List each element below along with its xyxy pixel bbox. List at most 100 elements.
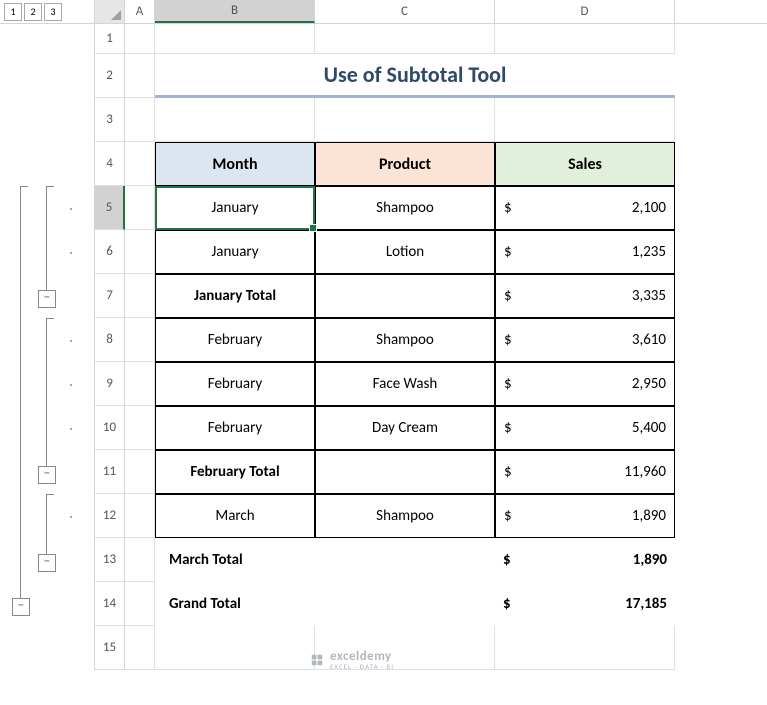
sales-value: 17,185	[625, 595, 667, 613]
cell-B15[interactable]	[155, 626, 315, 670]
row-header-11[interactable]: 11	[95, 450, 125, 494]
currency-symbol: $	[504, 287, 512, 305]
cell-D10[interactable]: $5,400	[495, 406, 675, 450]
cell-B9[interactable]: February	[155, 362, 315, 406]
outline-collapse-jan-button[interactable]: −	[38, 290, 56, 308]
cell-A12[interactable]	[125, 494, 155, 538]
row-header-5[interactable]: 5	[95, 186, 125, 230]
outline-collapse-feb-button[interactable]: −	[38, 466, 56, 484]
row-header-10[interactable]: 10	[95, 406, 125, 450]
cell-B5[interactable]: January	[155, 186, 315, 230]
currency-symbol: $	[503, 551, 511, 569]
cell-D11[interactable]: $11,960	[495, 450, 675, 494]
header-month[interactable]: Month	[155, 142, 315, 186]
cell-D7[interactable]: $3,335	[495, 274, 675, 318]
cell-A5[interactable]	[125, 186, 155, 230]
cell-B11[interactable]: February Total	[155, 450, 315, 494]
row-header-7[interactable]: 7	[95, 274, 125, 318]
cell-C8[interactable]: Shampoo	[315, 318, 495, 362]
row-header-1[interactable]: 1	[95, 24, 125, 54]
cell-A13[interactable]	[125, 538, 155, 582]
cell-C1[interactable]	[315, 24, 495, 54]
header-product[interactable]: Product	[315, 142, 495, 186]
cell-D13[interactable]: $1,890	[495, 538, 675, 582]
outline-level-3-button[interactable]: 3	[44, 3, 62, 21]
sales-value: 11,960	[624, 463, 666, 481]
title-cell[interactable]: Use of Subtotal Tool	[155, 54, 675, 98]
outline-level-2-button[interactable]: 2	[24, 3, 42, 21]
cell-B12[interactable]: March	[155, 494, 315, 538]
cell-C5[interactable]: Shampoo	[315, 186, 495, 230]
currency-symbol: $	[504, 419, 512, 437]
row-header-12[interactable]: 12	[95, 494, 125, 538]
row-header-14[interactable]: 14	[95, 582, 125, 626]
cell-C7[interactable]	[315, 274, 495, 318]
row-header-8[interactable]: 8	[95, 318, 125, 362]
outline-level-header: 1 2 3	[0, 0, 94, 24]
cell-C11[interactable]	[315, 450, 495, 494]
row-10: 10 February Day Cream $5,400	[95, 406, 767, 450]
cell-D1[interactable]	[495, 24, 675, 54]
cell-A4[interactable]	[125, 142, 155, 186]
cell-B10[interactable]: February	[155, 406, 315, 450]
cell-B14[interactable]: Grand Total	[155, 582, 315, 626]
row-header-2[interactable]: 2	[95, 54, 125, 98]
cell-D8[interactable]: $3,610	[495, 318, 675, 362]
cell-C12[interactable]: Shampoo	[315, 494, 495, 538]
cell-C13[interactable]	[315, 538, 495, 582]
cell-C3[interactable]	[315, 98, 495, 142]
row-4: 4 Month Product Sales	[95, 142, 767, 186]
cell-A9[interactable]	[125, 362, 155, 406]
cell-B13[interactable]: March Total	[155, 538, 315, 582]
cell-A8[interactable]	[125, 318, 155, 362]
cell-B3[interactable]	[155, 98, 315, 142]
row-header-15[interactable]: 15	[95, 626, 125, 670]
cell-B6[interactable]: January	[155, 230, 315, 274]
cell-C10[interactable]: Day Cream	[315, 406, 495, 450]
col-header-C[interactable]: C	[315, 0, 495, 23]
cell-D12[interactable]: $1,890	[495, 494, 675, 538]
cell-B7[interactable]: January Total	[155, 274, 315, 318]
cell-A15[interactable]	[125, 626, 155, 670]
cell-D9[interactable]: $2,950	[495, 362, 675, 406]
outline-level-1-button[interactable]: 1	[4, 3, 22, 21]
currency-symbol: $	[504, 375, 512, 393]
row-3: 3	[95, 98, 767, 142]
outline-collapse-grand-button[interactable]: −	[12, 598, 30, 616]
column-headers: A B C D	[95, 0, 767, 24]
cell-A7[interactable]	[125, 274, 155, 318]
outline-collapse-mar-button[interactable]: −	[38, 554, 56, 572]
cell-C6[interactable]: Lotion	[315, 230, 495, 274]
row-header-9[interactable]: 9	[95, 362, 125, 406]
cell-A10[interactable]	[125, 406, 155, 450]
cell-D15[interactable]	[495, 626, 675, 670]
col-header-A[interactable]: A	[125, 0, 155, 23]
cell-A2[interactable]	[125, 54, 155, 98]
cell-D5[interactable]: $2,100	[495, 186, 675, 230]
cell-A3[interactable]	[125, 98, 155, 142]
cell-D6[interactable]: $1,235	[495, 230, 675, 274]
row-header-4[interactable]: 4	[95, 142, 125, 186]
cell-B1[interactable]	[155, 24, 315, 54]
row-header-3[interactable]: 3	[95, 98, 125, 142]
row-header-13[interactable]: 13	[95, 538, 125, 582]
select-all-corner[interactable]	[95, 0, 125, 23]
col-header-D[interactable]: D	[495, 0, 675, 23]
cell-C9[interactable]: Face Wash	[315, 362, 495, 406]
cell-A6[interactable]	[125, 230, 155, 274]
cell-D14[interactable]: $17,185	[495, 582, 675, 626]
cell-D3[interactable]	[495, 98, 675, 142]
sales-value: 2,950	[632, 375, 666, 393]
row-8: 8 February Shampoo $3,610	[95, 318, 767, 362]
row-7: 7 January Total $3,335	[95, 274, 767, 318]
cell-A14[interactable]	[125, 582, 155, 626]
row-header-6[interactable]: 6	[95, 230, 125, 274]
outline-panel: 1 2 3 − − −	[0, 0, 95, 670]
cell-A1[interactable]	[125, 24, 155, 54]
cell-A11[interactable]	[125, 450, 155, 494]
row-1: 1	[95, 24, 767, 54]
cell-B8[interactable]: February	[155, 318, 315, 362]
cell-C14[interactable]	[315, 582, 495, 626]
col-header-B[interactable]: B	[155, 0, 315, 23]
header-sales[interactable]: Sales	[495, 142, 675, 186]
